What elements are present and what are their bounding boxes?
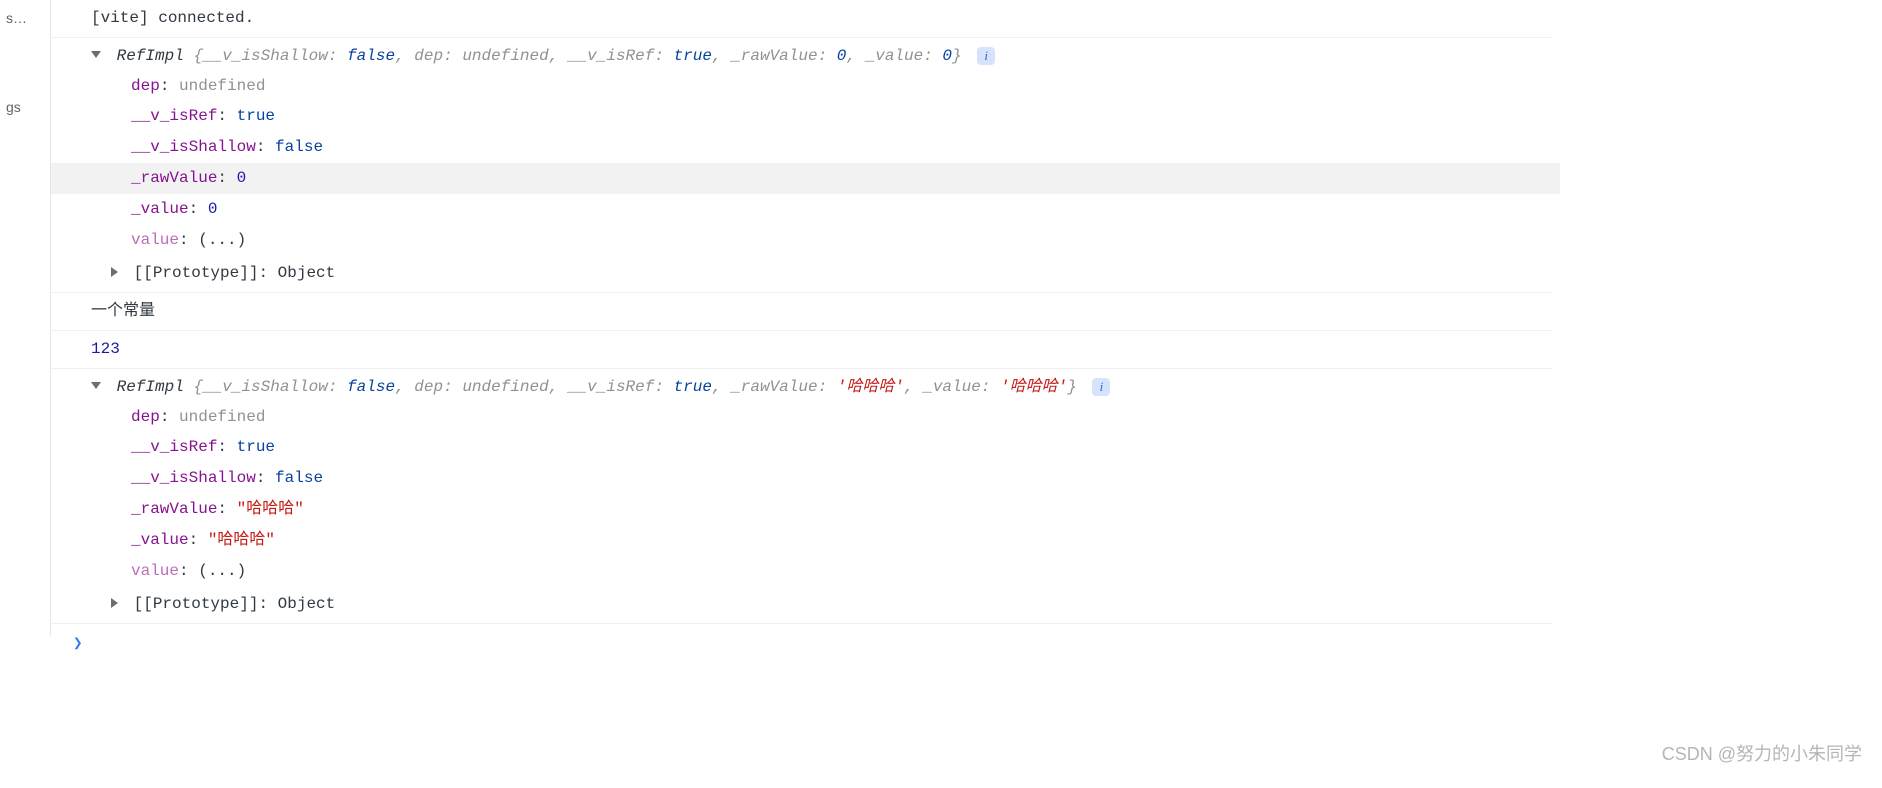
watermark: CSDN @努力的小朱同学 [1662, 738, 1862, 770]
log-const-label: 一个常量 [51, 293, 1552, 331]
prop-value[interactable]: _value: 0 [131, 194, 1552, 225]
prop-isref[interactable]: __v_isRef: true [131, 432, 1552, 463]
prop-isshallow[interactable]: __v_isShallow: false [131, 132, 1552, 163]
chevron-down-icon[interactable] [91, 51, 101, 58]
prop-dep[interactable]: dep: undefined [131, 402, 1552, 433]
object-1-props: dep: undefined __v_isRef: true __v_isSha… [51, 71, 1552, 256]
sidebar-item-1[interactable]: s… [0, 4, 50, 33]
prop-rawvalue[interactable]: _rawValue: 0 [51, 163, 1560, 194]
info-icon[interactable]: i [977, 47, 995, 65]
log-vite-connected: [vite] connected. [51, 0, 1552, 38]
prop-value-getter[interactable]: value: (...) [131, 225, 1552, 256]
sidebar-item-2[interactable]: gs [0, 93, 50, 122]
prop-prototype-2[interactable]: [[Prototype]]: Object [51, 586, 1552, 624]
prop-dep[interactable]: dep: undefined [131, 71, 1552, 102]
prop-isref[interactable]: __v_isRef: true [131, 101, 1552, 132]
info-icon[interactable]: i [1092, 378, 1110, 396]
log-object-2-header[interactable]: RefImpl {__v_isShallow: false, dep: unde… [51, 369, 1552, 402]
prop-prototype-1[interactable]: [[Prototype]]: Object [51, 255, 1552, 293]
chevron-right-icon[interactable] [111, 267, 118, 277]
chevron-right-icon[interactable] [111, 598, 118, 608]
left-sidebar: s… gs [0, 0, 50, 122]
object-2-props: dep: undefined __v_isRef: true __v_isSha… [51, 402, 1552, 587]
log-object-1-header[interactable]: RefImpl {__v_isShallow: false, dep: unde… [51, 38, 1552, 71]
class-name: RefImpl [117, 378, 184, 396]
chevron-down-icon[interactable] [91, 382, 101, 389]
console-panel: [vite] connected. RefImpl {__v_isShallow… [50, 0, 1552, 636]
console-prompt[interactable] [51, 624, 1552, 636]
object-preview: {__v_isShallow: false, dep: undefined, _… [193, 378, 1086, 396]
prop-rawvalue[interactable]: _rawValue: "哈哈哈" [131, 494, 1552, 525]
class-name: RefImpl [117, 47, 184, 65]
prop-value[interactable]: _value: "哈哈哈" [131, 525, 1552, 556]
prop-value-getter[interactable]: value: (...) [131, 556, 1552, 587]
log-number: 123 [51, 331, 1552, 369]
prop-isshallow[interactable]: __v_isShallow: false [131, 463, 1552, 494]
object-preview: {__v_isShallow: false, dep: undefined, _… [193, 47, 971, 65]
